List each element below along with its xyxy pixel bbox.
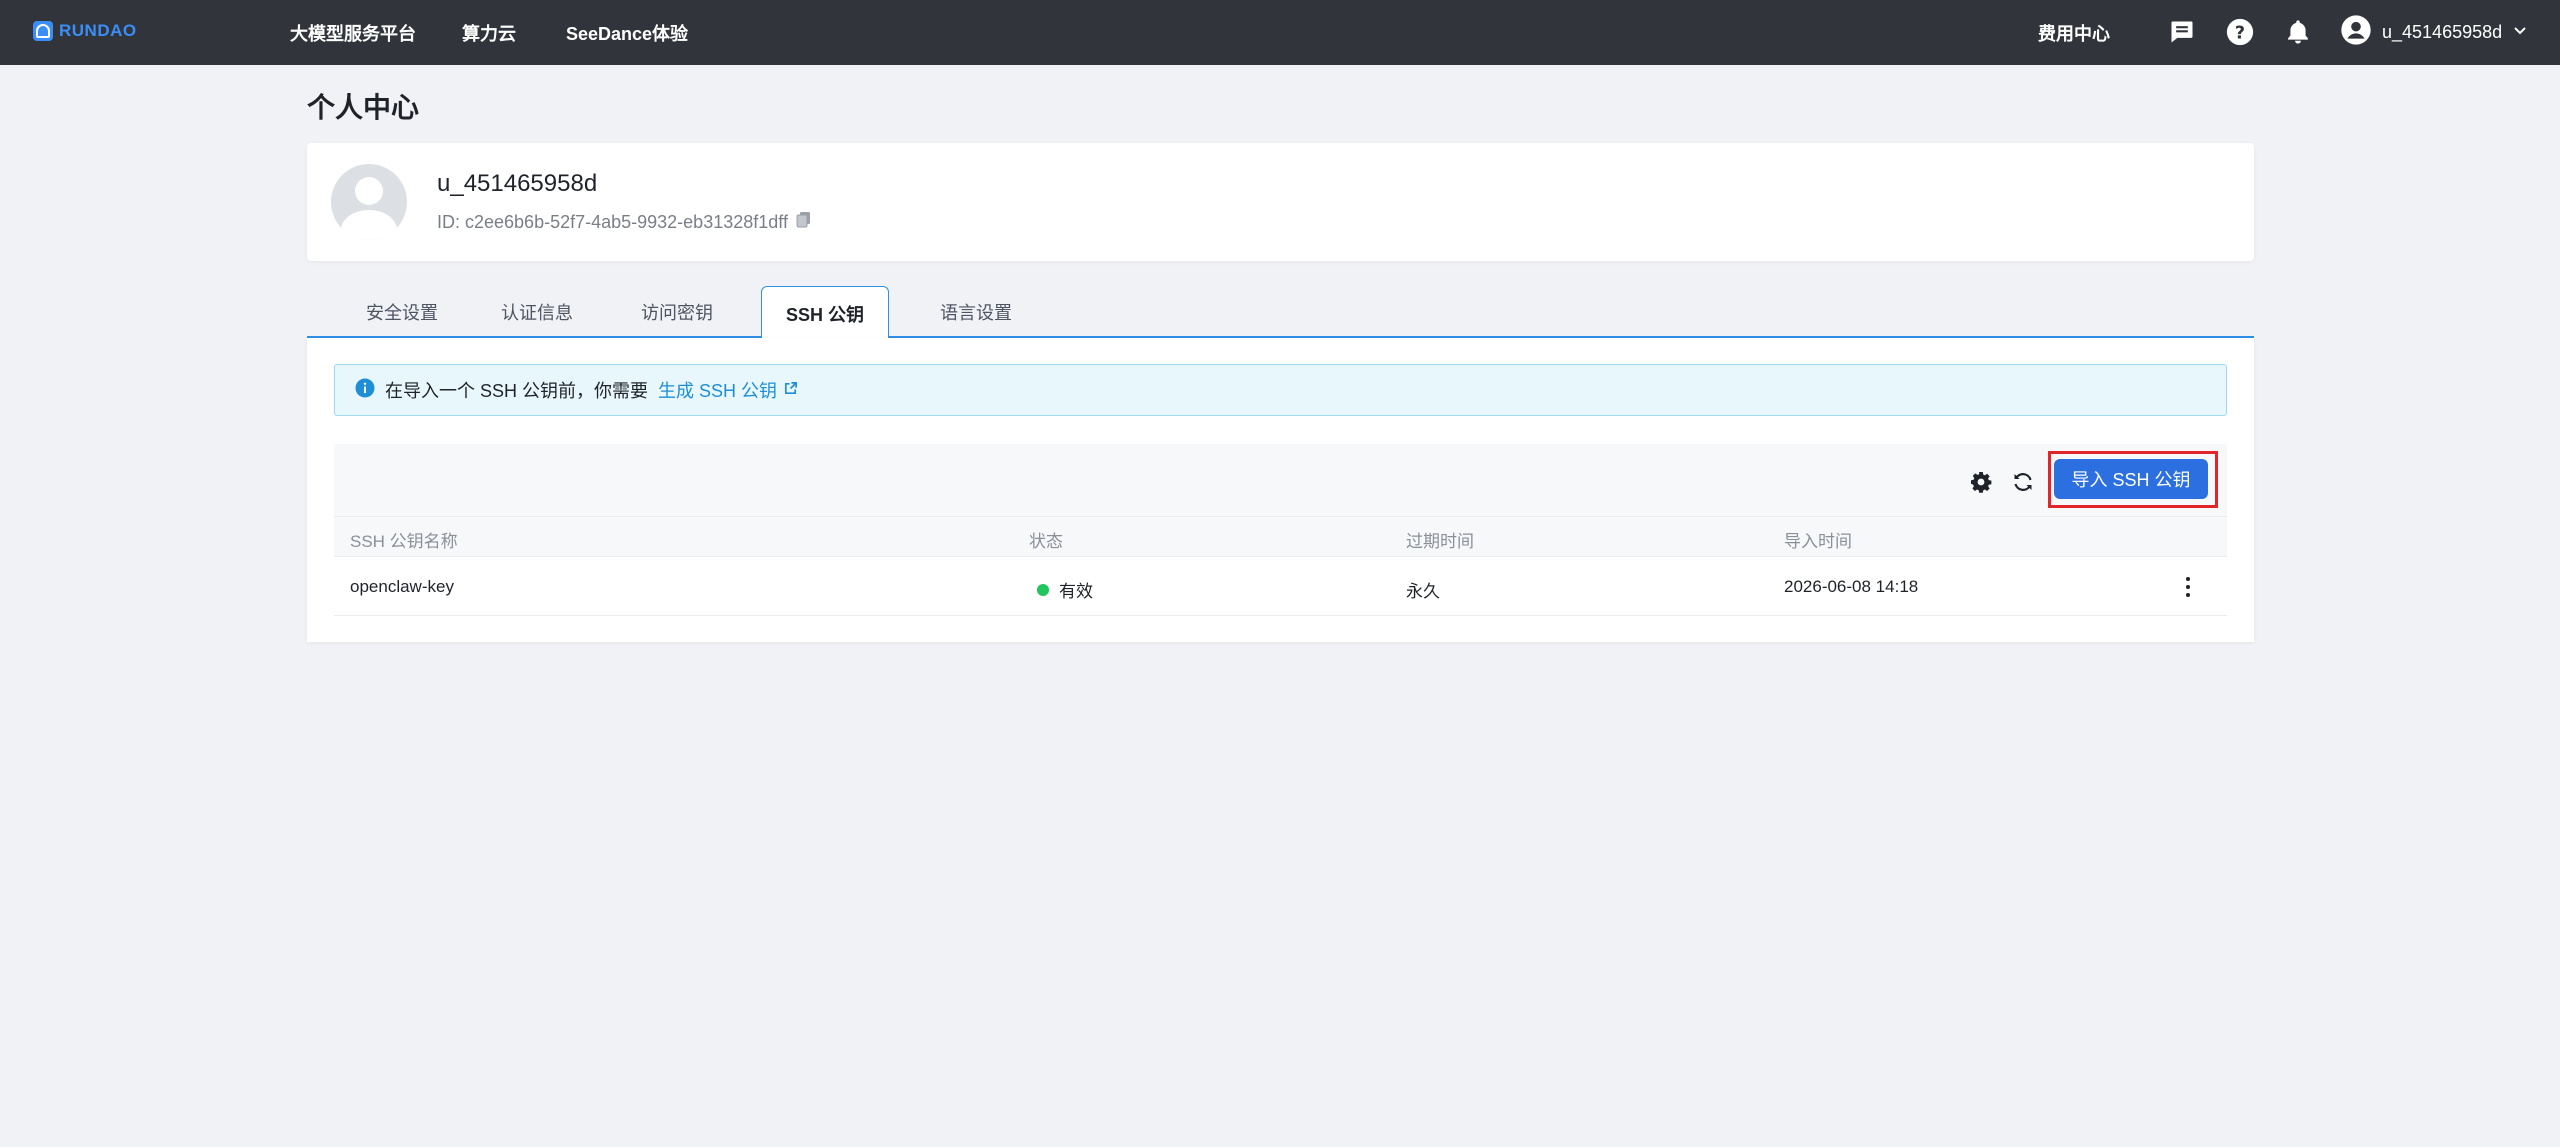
profile-card: u_451465958d ID: c2ee6b6b-52f7-4ab5-9932… [307, 143, 2254, 261]
ssh-keys-panel: 在导入一个 SSH 公钥前，你需要 生成 SSH 公钥 导入 SSH 公钥 SS… [307, 338, 2254, 642]
refresh-icon[interactable] [2010, 469, 2036, 495]
nav-item-seedance[interactable]: SeeDance体验 [566, 20, 688, 46]
nav-item-model-platform[interactable]: 大模型服务平台 [290, 20, 416, 46]
tab-language-settings[interactable]: 语言设置 [899, 286, 1053, 338]
svg-text:?: ? [2235, 23, 2245, 43]
cell-imported: 2026-06-08 14:18 [1784, 577, 1919, 596]
ssh-keys-table: SSH 公钥名称 状态 过期时间 导入时间 openclaw-key 有效 永久… [334, 516, 2227, 616]
info-alert: 在导入一个 SSH 公钥前，你需要 生成 SSH 公钥 [334, 364, 2227, 416]
top-navigation-bar: RUNDAO 大模型服务平台 算力云 SeeDance体验 费用中心 ? u_4… [0, 0, 2560, 65]
user-id-row: ID: c2ee6b6b-52f7-4ab5-9932-eb31328f1dff [437, 211, 812, 234]
table-toolbar: 导入 SSH 公钥 [334, 444, 2227, 516]
nav-billing-center[interactable]: 费用中心 [2038, 20, 2110, 46]
logo-icon [33, 21, 53, 41]
profile-username: u_451465958d [437, 170, 598, 197]
status-text: 有效 [1059, 582, 1093, 601]
column-header-status[interactable]: 状态 [1029, 527, 1063, 552]
user-menu-name: u_451465958d [2382, 21, 2503, 42]
tab-bar: 安全设置 认证信息 访问密钥 SSH 公钥 语言设置 [307, 286, 2254, 340]
user-avatar-icon [2340, 14, 2372, 51]
external-link-icon [783, 380, 798, 401]
table-header: SSH 公钥名称 状态 过期时间 导入时间 [334, 516, 2227, 556]
brand-name: RUNDAO [59, 21, 137, 40]
page-title: 个人中心 [307, 92, 420, 123]
column-header-expire[interactable]: 过期时间 [1406, 527, 1474, 552]
settings-gear-icon[interactable] [1968, 469, 1994, 495]
info-icon [355, 378, 375, 403]
generate-ssh-key-link[interactable]: 生成 SSH 公钥 [658, 377, 798, 403]
column-header-imported[interactable]: 导入时间 [1784, 527, 1852, 552]
bell-icon[interactable] [2283, 17, 2313, 47]
more-actions-icon[interactable] [2176, 573, 2200, 601]
message-icon[interactable] [2167, 17, 2197, 47]
tab-ssh-keys[interactable]: SSH 公钥 [761, 286, 889, 340]
nav-item-compute-cloud[interactable]: 算力云 [462, 20, 516, 46]
chevron-down-icon [2512, 22, 2528, 43]
alert-text: 在导入一个 SSH 公钥前，你需要 [385, 381, 649, 401]
tab-security-settings[interactable]: 安全设置 [337, 286, 467, 338]
import-ssh-key-button[interactable]: 导入 SSH 公钥 [2054, 459, 2208, 499]
tab-verification-info[interactable]: 认证信息 [467, 286, 607, 338]
tab-access-keys[interactable]: 访问密钥 [607, 286, 747, 338]
copy-icon[interactable] [796, 211, 812, 234]
generate-ssh-key-label: 生成 SSH 公钥 [658, 381, 778, 401]
cell-expire: 永久 [1406, 582, 1440, 601]
user-menu[interactable]: u_451465958d [2340, 14, 2528, 51]
avatar [331, 164, 407, 240]
help-icon[interactable]: ? [2225, 17, 2255, 47]
table-row: openclaw-key 有效 永久 2026-06-08 14:18 [334, 556, 2227, 616]
brand-logo[interactable]: RUNDAO [33, 21, 137, 41]
cell-key-name: openclaw-key [350, 577, 454, 596]
status-active-dot [1037, 583, 1049, 596]
user-id: ID: c2ee6b6b-52f7-4ab5-9932-eb31328f1dff [437, 212, 788, 232]
column-header-name[interactable]: SSH 公钥名称 [350, 527, 458, 552]
cell-status: 有效 [1037, 577, 1093, 602]
